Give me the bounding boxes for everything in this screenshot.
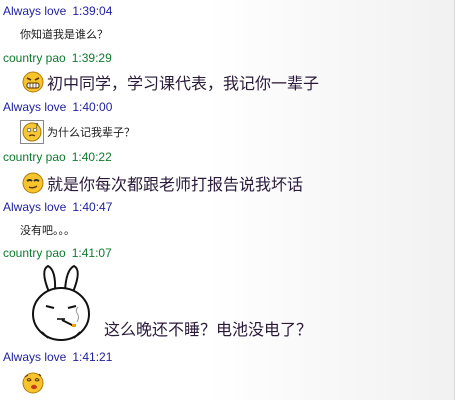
message-time: 1:39:04 [72,4,113,18]
chat-history: Always love 1:39:04 你知道我是谁么？ country pao 1… [0,0,455,400]
message-time: 1:40:47 [72,200,113,214]
message-row: ? 为什么记我辈子？ [20,120,135,144]
message-row [22,372,47,394]
message-header: Always love 1:40:00 [3,99,112,115]
message-text: 为什么记我辈子？ [47,126,135,139]
message-header: country pao 1:40:22 [3,149,112,165]
message-text: 你知道我是谁么？ [20,28,108,41]
message-time: 1:40:22 [71,150,112,164]
message-header: country pao 1:39:29 [3,50,112,66]
message-text: 这么晚还不睡？电池没电了？ [104,320,313,339]
cool-smirk-emoticon [22,172,44,194]
message-row: 初中同学，学习课代表，我记你一辈子 [22,70,319,94]
dizzy-confused-emoticon [22,372,44,394]
message-header: Always love 1:40:47 [3,199,112,215]
svg-text:?: ? [35,122,39,130]
message-text: 就是你每次都跟老师打报告说我坏话 [47,175,304,194]
message-header: Always love 1:39:04 [3,3,112,19]
message-time: 1:40:00 [72,100,113,114]
message-header: country pao 1:41:07 [3,245,112,261]
message-row: 就是你每次都跟老师打报告说我坏话 [22,171,303,195]
sender-name: Always love [3,350,67,364]
message-text: 初中同学，学习课代表，我记你一辈子 [47,74,320,93]
message-text: 没有吧。。。 [20,224,75,237]
sender-name: country pao [3,150,66,164]
message-time: 1:41:07 [71,246,112,260]
sender-name: Always love [3,100,67,114]
message-row: 这么晚还不睡？电池没电了？ [22,262,312,344]
sender-name: Always love [3,200,67,214]
grinning-teeth-emoticon [22,71,44,93]
sender-name: country pao [3,51,66,65]
message-time: 1:41:21 [72,350,113,364]
puzzled-emoticon: ? [20,120,44,144]
message-time: 1:39:29 [71,51,112,65]
rabbit-smoking-sticker [22,262,100,344]
sender-name: country pao [3,246,66,260]
message-header: Always love 1:41:21 [3,349,112,365]
sender-name: Always love [3,4,67,18]
